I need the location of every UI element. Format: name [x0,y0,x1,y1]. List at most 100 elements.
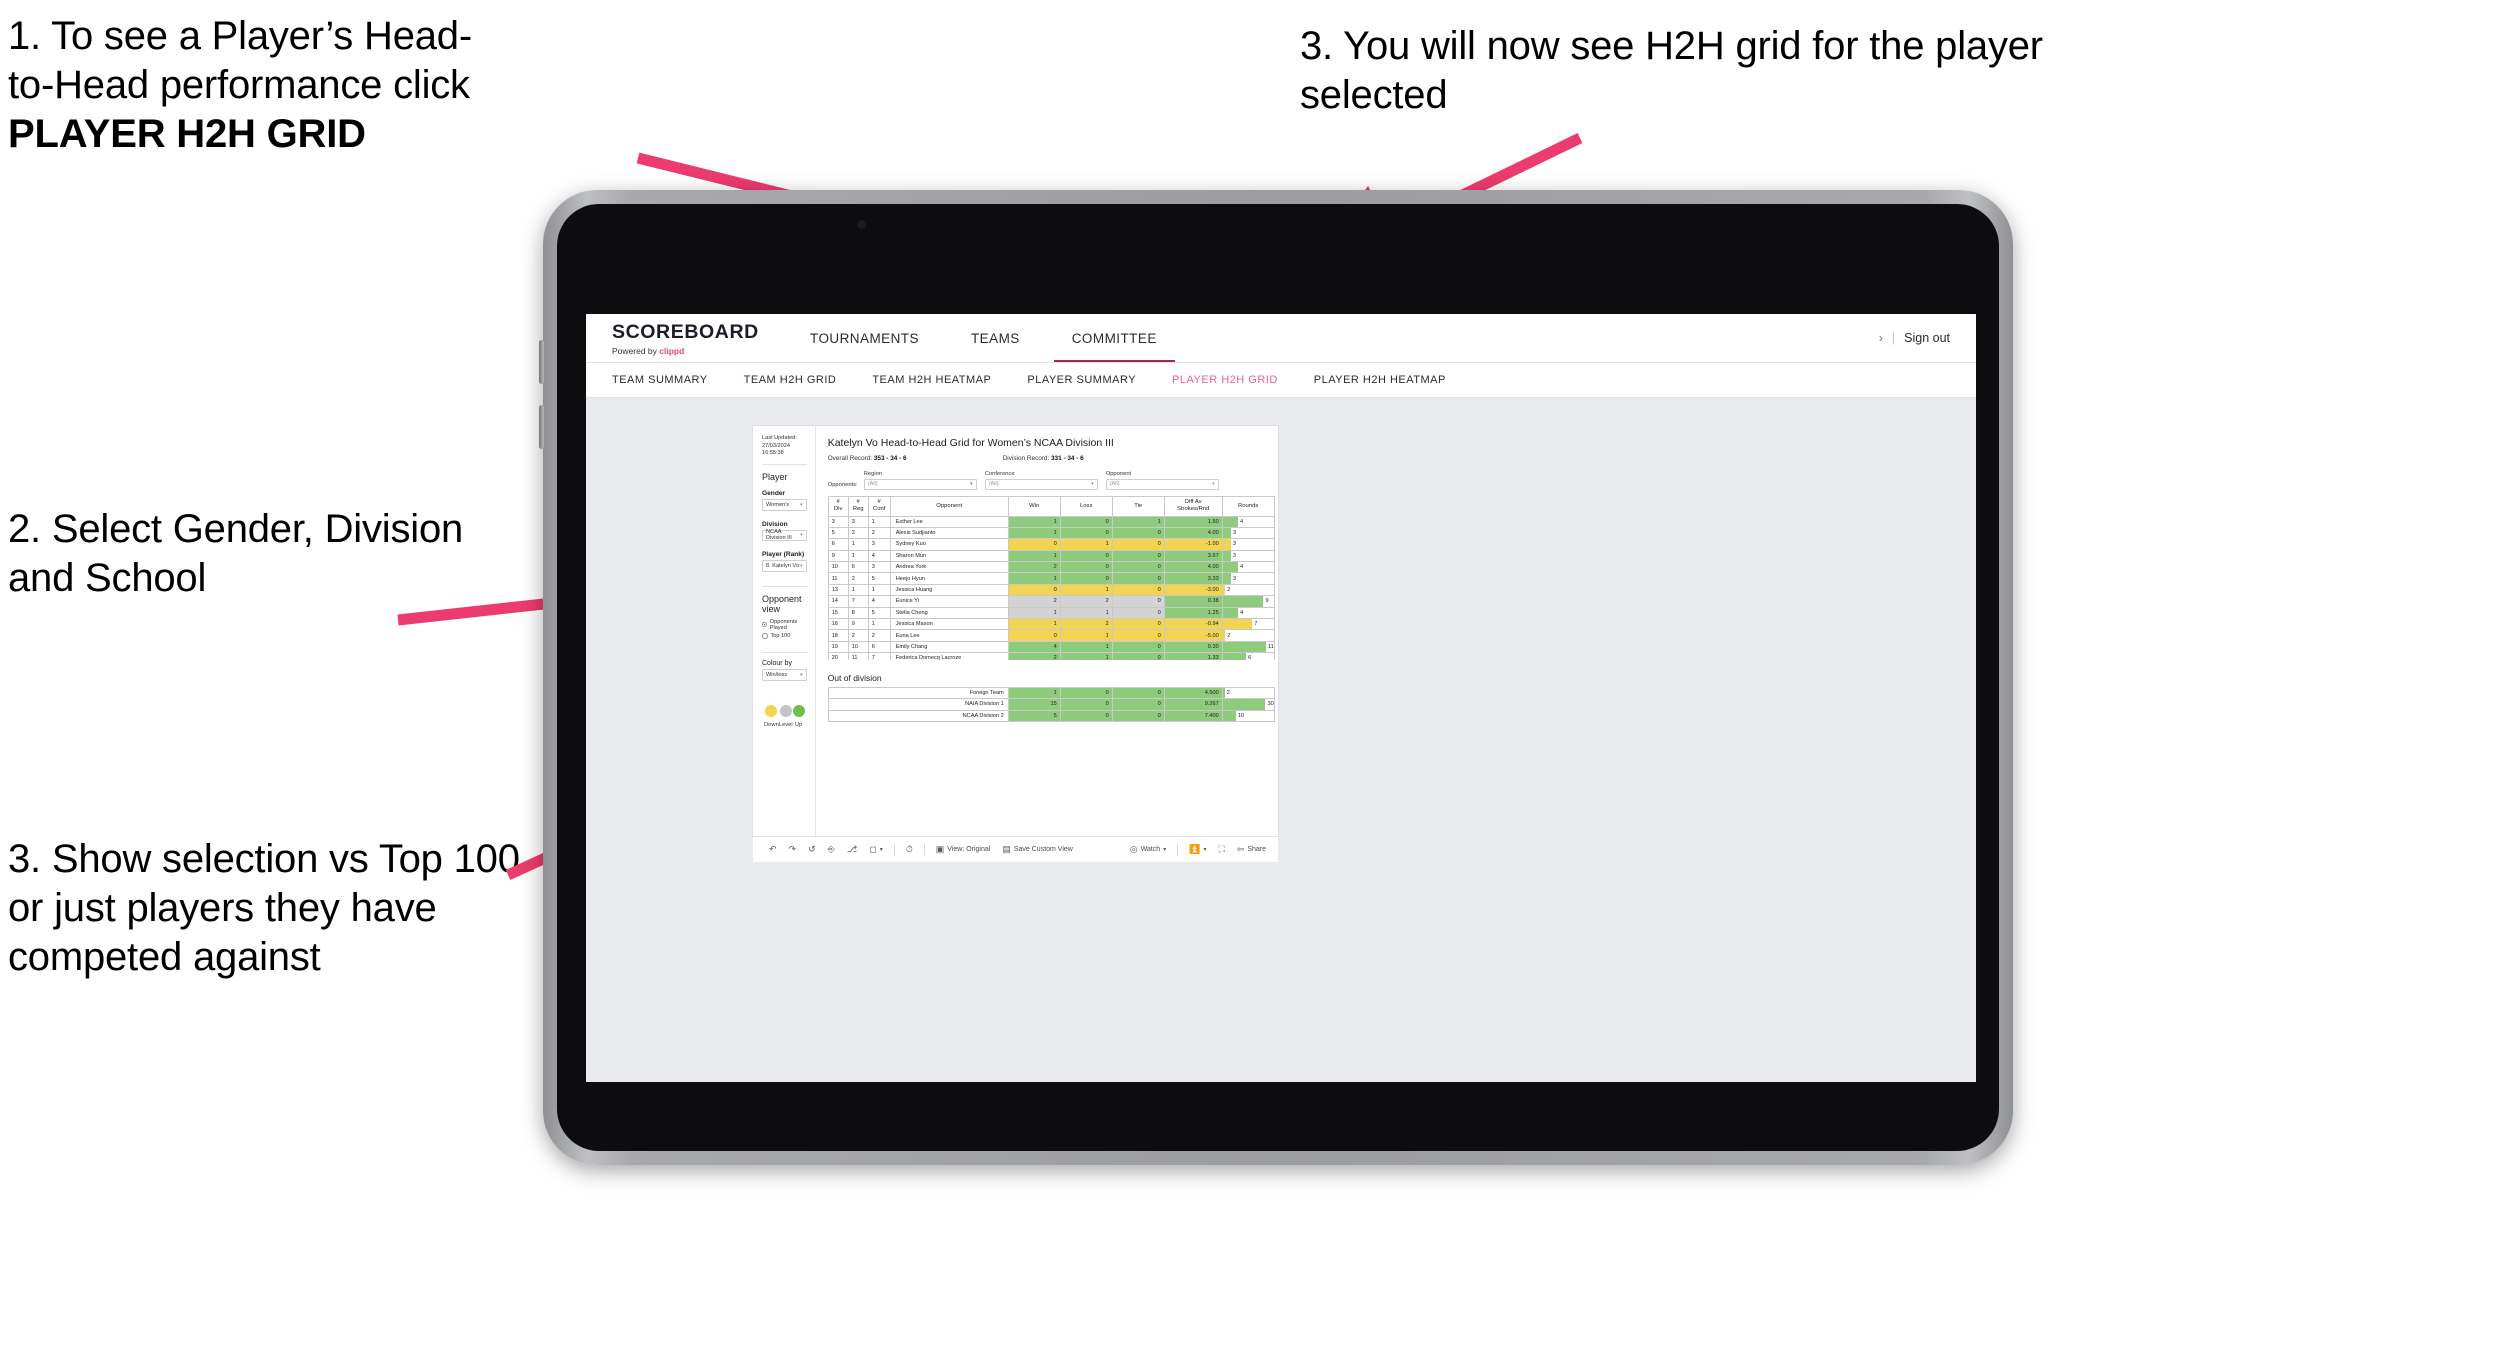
h2h-header-row: # Div # Reg # Conf Opponent Win Loss Tie Diff Av St… [827,495,1275,517]
alert-icon[interactable]: ⏱ [900,845,919,854]
table-row[interactable]: 5 2 2 Alexis Sudjianto 1 0 0 4.00 3 [827,526,1275,540]
table-row[interactable]: NCAA Division 2 5 0 0 7.400 10 [827,709,1275,723]
pause-updates-icon[interactable]: ⎇ [841,845,863,854]
table-row[interactable]: 3 3 1 Esther Lee 1 0 1 1.50 4 [827,515,1275,528]
cell-diff: 3.33 [1163,572,1223,585]
cell-reg: 11 [847,652,869,660]
view-title: Katelyn Vo Head-to-Head Grid for Women’s… [827,437,1114,449]
cell-tie: 0 [1111,526,1165,540]
table-row[interactable]: 14 7 4 Eunice Yi 2 2 0 0.38 9 [827,595,1275,608]
tab-player-h2h-grid[interactable]: PLAYER H2H GRID [1172,374,1278,386]
table-row[interactable]: 20 11 7 Federica Domecq Lacroze 2 1 0 1.33 6 [827,652,1275,660]
redo-icon[interactable]: ↷ [783,845,803,854]
cell-win: 0 [1007,538,1061,551]
view-original-button[interactable]: ▣ View: Original [930,845,997,854]
cell-reg: 9 [847,617,869,631]
h2h-table: # Div # Reg # Conf Opponent Win Loss Tie Diff Av St… [827,495,1275,660]
cell-reg: 2 [847,526,869,540]
cell-div: 20 [827,652,849,660]
divider [762,464,807,466]
cell-reg: 1 [847,583,869,597]
undo-icon[interactable]: ↶ [763,845,783,854]
table-row[interactable]: 15 8 5 Stella Cheng 1 1 0 1.25 4 [827,606,1275,620]
tab-player-summary[interactable]: PLAYER SUMMARY [1027,374,1136,386]
cell-conf: 2 [867,526,891,540]
download-icon[interactable]: ⏫ ▾ [1183,845,1212,854]
opponent-filter: Opponent (All) ▾ [1105,471,1219,490]
cell-conf: 4 [867,549,891,563]
column-header-4: Win [1007,495,1061,517]
table-row[interactable]: 10 6 3 Andrea York 2 0 0 4.00 4 [827,561,1275,574]
conference-value: (All) [988,481,999,487]
refresh-data-icon[interactable]: ⎆ [822,845,841,854]
tablet-screen: SCOREBOARD Powered by clippd TOURNAMENTS… [557,204,1999,1151]
cell-win: 2 [1007,652,1061,660]
region-label: Region [863,471,883,477]
topnav-item-tournaments[interactable]: TOURNAMENTS [784,314,945,362]
cell-tie: 0 [1111,549,1165,563]
cell-rounds: 4 [1221,606,1275,620]
table-row[interactable]: 19 10 6 Emily Chang 4 1 0 0.30 11 [827,640,1275,654]
cell-div: 9 [827,549,849,563]
table-row[interactable]: NAIA Division 1 15 0 0 9.267 30 [827,698,1275,711]
divider [762,585,807,587]
legend-label-down: Down [764,721,779,728]
h2h-table-wrapper: # Div # Reg # Conf Opponent Win Loss Tie Diff Av St… [827,495,1275,660]
topnav-item-committee[interactable]: COMMITTEE [1046,314,1183,362]
colour-legend: Down Level Up [762,704,807,728]
table-row[interactable]: 13 1 1 Jessica Huang 0 1 0 -3.00 2 [827,583,1275,597]
cell-loss: 1 [1059,538,1113,551]
cell-win: 2 [1007,595,1061,608]
radio-opponents-played[interactable]: Opponents Played [762,619,807,631]
out-of-division-body: Foreign Team 1 0 0 4.500 2 NAIA Division 1 15 0 0… [827,686,1275,723]
colour-by-select[interactable]: Win/loss ▾ [762,669,807,681]
overall-record: Overall Record: 353 - 34 - 6 [827,455,907,462]
opponent-select[interactable]: (All) ▾ [1105,478,1219,490]
legend-label-up: Up [794,721,803,728]
save-custom-view-button[interactable]: ▤ Save Custom View [996,845,1079,854]
player-rank-select[interactable]: 8. Katelyn Vo ▾ [762,560,807,572]
share-button[interactable]: ⇦ Share [1231,845,1278,854]
gender-select[interactable]: Women's ▾ [762,499,807,511]
cell-loss: 1 [1059,583,1113,597]
table-row[interactable]: 6 1 3 Sydney Kuo 0 1 0 -1.00 3 [827,538,1275,551]
out-of-division-table: Foreign Team 1 0 0 4.500 2 NAIA Division 1 15 0 0… [827,686,1275,723]
tab-team-h2h-grid[interactable]: TEAM H2H GRID [744,374,837,386]
annotation-1-line-1: 1. To see a Player’s Head- [8,14,472,58]
cell-opponent: Alexis Sudjianto [889,526,1009,540]
tab-player-h2h-heatmap[interactable]: PLAYER H2H HEATMAP [1314,374,1446,386]
conference-label: Conference [984,471,1015,477]
table-row[interactable]: Foreign Team 1 0 0 4.500 2 [827,686,1275,700]
opponent-label: Opponent [1105,471,1132,477]
revert-icon[interactable]: ↺ [802,845,822,854]
cell-reg: 2 [847,629,869,642]
table-row[interactable]: 16 9 1 Jessica Mason 1 2 0 -0.94 7 [827,617,1275,631]
watch-button[interactable]: ◎ Watch ▾ [1124,845,1172,854]
cell-reg: 3 [847,515,869,528]
table-row[interactable]: 18 2 2 Euna Lee 0 1 0 -5.00 2 [827,629,1275,642]
cell-diff: 0.30 [1163,640,1223,654]
division-record: Division Record: 331 - 34 - 6 [1002,455,1084,462]
cell-diff: -0.94 [1163,617,1223,631]
tab-team-summary[interactable]: TEAM SUMMARY [612,374,708,386]
region-select[interactable]: (All) ▾ [863,478,977,490]
cell-opponent: Stella Cheng [889,606,1009,620]
radio-top-100[interactable]: Top 100 [762,633,807,639]
fullscreen-icon[interactable]: ⛶ [1212,845,1230,854]
chevron-down-icon: ▾ [1091,481,1094,487]
cell-win: 1 [1007,572,1061,585]
vertical-scrollbar[interactable] [1273,515,1275,556]
divider [762,652,807,654]
sign-out-link[interactable]: Sign out [1904,331,1950,345]
brand-logo[interactable]: SCOREBOARD Powered by clippd [586,314,784,362]
cell-tie: 0 [1111,640,1165,654]
division-select[interactable]: NCAA Division III ▾ [762,529,807,541]
cell-loss: 0 [1059,698,1113,711]
tab-team-h2h-heatmap[interactable]: TEAM H2H HEATMAP [872,374,991,386]
zoom-dropdown-icon[interactable]: ◻ ▾ [863,845,889,854]
table-row[interactable]: 9 1 4 Sharon Mun 1 0 0 3.67 3 [827,549,1275,563]
cell-tie: 0 [1111,538,1165,551]
conference-select[interactable]: (All) ▾ [984,478,1098,490]
table-row[interactable]: 11 2 5 Heejo Hyun 1 0 0 3.33 3 [827,572,1275,585]
topnav-item-teams[interactable]: TEAMS [945,314,1046,362]
